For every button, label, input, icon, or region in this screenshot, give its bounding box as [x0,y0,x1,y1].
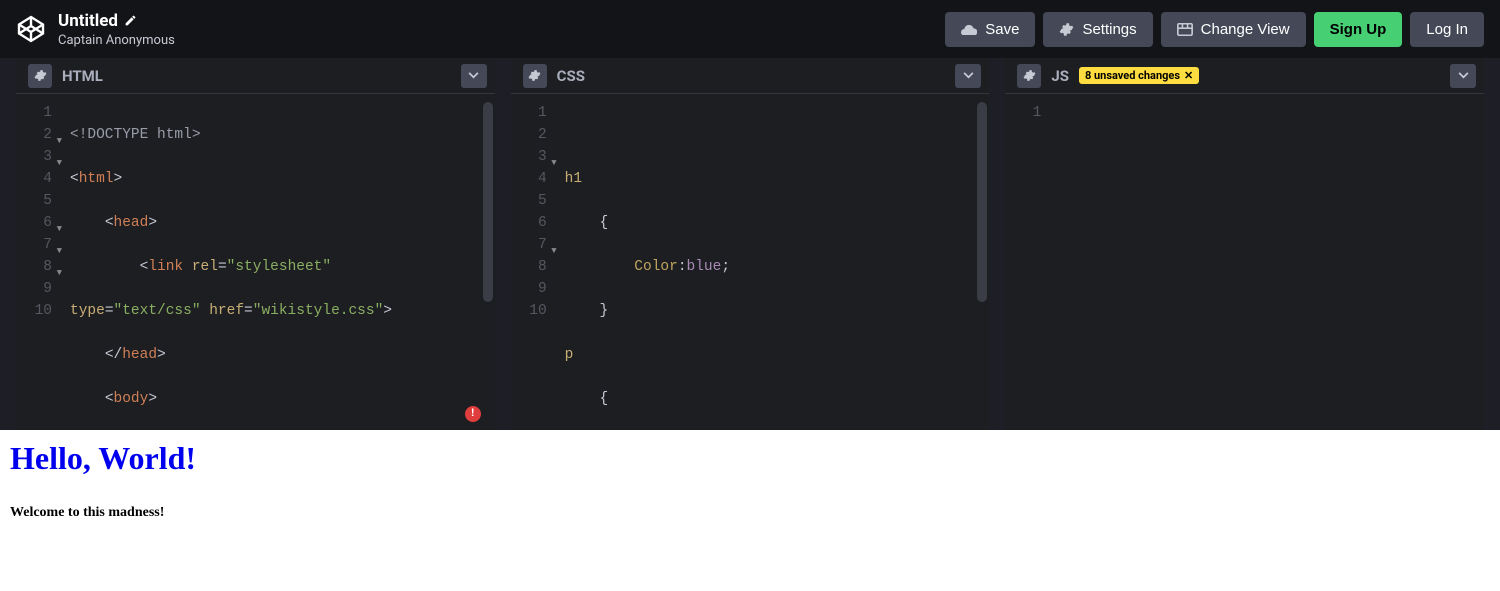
app-header: Untitled Captain Anonymous Save Settings… [0,0,1500,58]
scrollbar-thumb[interactable] [977,102,987,302]
js-pane-header: JS 8 unsaved changes ✕ [1005,58,1484,94]
settings-label: Settings [1082,21,1136,38]
html-code-editor[interactable]: 1 2▼ 3▼ 4 5 6▼ 7▼ 8▼ 9 10 <!DOCTYPE html… [16,94,495,430]
html-settings-icon[interactable] [28,64,52,88]
badge-text: 8 unsaved changes [1085,69,1180,82]
preview-heading: Hello, World! [10,440,1490,477]
css-dropdown-button[interactable] [955,64,981,88]
codepen-logo-icon[interactable] [16,14,46,44]
js-code-body[interactable] [1049,94,1484,430]
change-view-label: Change View [1201,21,1290,38]
css-pane-title: CSS [557,67,585,85]
save-button[interactable]: Save [945,12,1035,47]
pen-title[interactable]: Untitled [58,11,118,31]
layout-icon [1177,23,1193,36]
css-pane: CSS 1 2 3▼ 4 5 6 7▼ 8 9 10 h1 { [511,58,990,430]
css-code-editor[interactable]: 1 2 3▼ 4 5 6 7▼ 8 9 10 h1 { Color:blue; … [511,94,990,430]
save-label: Save [985,21,1019,38]
js-code-editor[interactable]: 1 [1005,94,1484,430]
signup-button[interactable]: Sign Up [1314,12,1403,47]
js-pane: JS 8 unsaved changes ✕ 1 [1005,58,1484,430]
gear-icon [1059,22,1074,37]
error-indicator-icon[interactable]: ! [465,406,481,422]
js-pane-title: JS [1051,67,1069,85]
title-block: Untitled Captain Anonymous [58,11,175,48]
header-right: Save Settings Change View Sign Up Log In [945,12,1484,47]
css-settings-icon[interactable] [523,64,547,88]
header-left: Untitled Captain Anonymous [16,11,175,48]
close-icon[interactable]: ✕ [1184,69,1193,82]
edit-title-icon[interactable] [124,14,137,27]
js-dropdown-button[interactable] [1450,64,1476,88]
html-pane-header: HTML [16,58,495,94]
login-button[interactable]: Log In [1410,12,1484,47]
css-code-body[interactable]: h1 { Color:blue; } p { font-size:14px; f… [555,94,990,430]
html-code-body[interactable]: <!DOCTYPE html> <html> <head> <link rel=… [60,94,495,430]
editors-row: HTML 1 2▼ 3▼ 4 5 6▼ 7▼ 8▼ 9 10 <!DOCTYP [0,58,1500,430]
cloud-icon [961,23,977,35]
preview-pane: Hello, World! Welcome to this madness! [0,430,1500,591]
author-name[interactable]: Captain Anonymous [58,33,175,48]
unsaved-changes-badge[interactable]: 8 unsaved changes ✕ [1079,67,1199,84]
html-pane: HTML 1 2▼ 3▼ 4 5 6▼ 7▼ 8▼ 9 10 <!DOCTYP [16,58,495,430]
css-gutter: 1 2 3▼ 4 5 6 7▼ 8 9 10 [511,94,555,430]
js-gutter: 1 [1005,94,1049,430]
html-dropdown-button[interactable] [461,64,487,88]
preview-paragraph: Welcome to this madness! [10,505,1490,521]
scrollbar-thumb[interactable] [483,102,493,302]
login-label: Log In [1426,21,1468,38]
signup-label: Sign Up [1330,21,1387,38]
settings-button[interactable]: Settings [1043,12,1152,47]
js-settings-icon[interactable] [1017,64,1041,88]
html-gutter: 1 2▼ 3▼ 4 5 6▼ 7▼ 8▼ 9 10 [16,94,60,430]
css-pane-header: CSS [511,58,990,94]
change-view-button[interactable]: Change View [1161,12,1306,47]
html-pane-title: HTML [62,67,103,85]
